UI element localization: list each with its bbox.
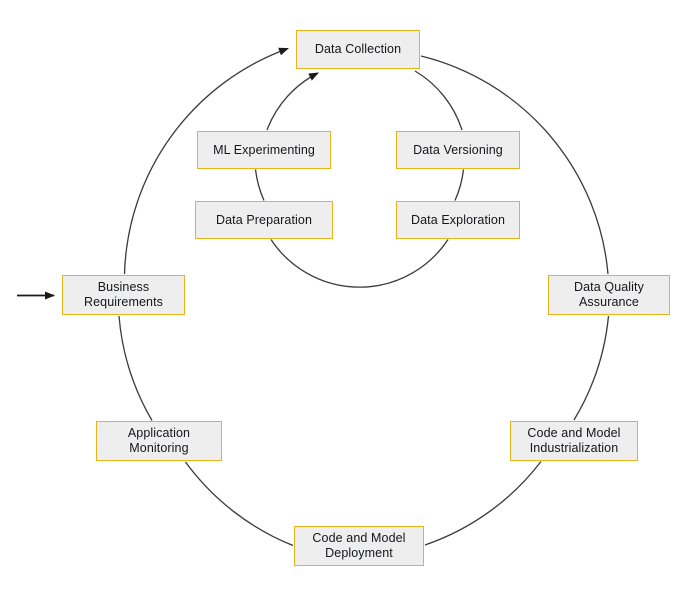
node-data-versioning[interactable]: Data Versioning (396, 131, 520, 169)
arc-data-exploration-to-data-preparation (270, 239, 449, 288)
node-data-exploration[interactable]: Data Exploration (396, 201, 520, 239)
node-ml-experimenting[interactable]: ML Experimenting (197, 131, 331, 169)
arc-data-preparation-to-ml-experimenting (254, 169, 265, 201)
node-application-monitoring[interactable]: Application Monitoring (96, 421, 222, 461)
inner-cycle-arcs (254, 70, 465, 288)
arc-application-monitoring-to-business-requirements (118, 315, 153, 421)
node-code-model-industrialization[interactable]: Code and Model Industrialization (510, 421, 638, 461)
diagram-canvas: Data Collection ML Experimenting Data Ve… (0, 0, 700, 600)
node-data-quality-assurance[interactable]: Data Quality Assurance (548, 275, 670, 315)
arc-code-model-industrialization-to-code-model-deployment (424, 461, 542, 546)
arc-data-collection-to-data-versioning (414, 70, 463, 131)
arc-data-quality-assurance-to-code-model-industrialization (573, 315, 610, 421)
node-data-preparation[interactable]: Data Preparation (195, 201, 333, 239)
node-business-requirements[interactable]: Business Requirements (62, 275, 185, 315)
outer-cycle-arcs (118, 47, 610, 547)
arc-code-model-deployment-to-application-monitoring (184, 461, 294, 547)
arc-ml-experimenting-to-data-collection (266, 72, 319, 131)
node-code-model-deployment[interactable]: Code and Model Deployment (294, 526, 424, 566)
arc-data-versioning-to-data-exploration (454, 169, 465, 201)
node-data-collection[interactable]: Data Collection (296, 30, 420, 69)
